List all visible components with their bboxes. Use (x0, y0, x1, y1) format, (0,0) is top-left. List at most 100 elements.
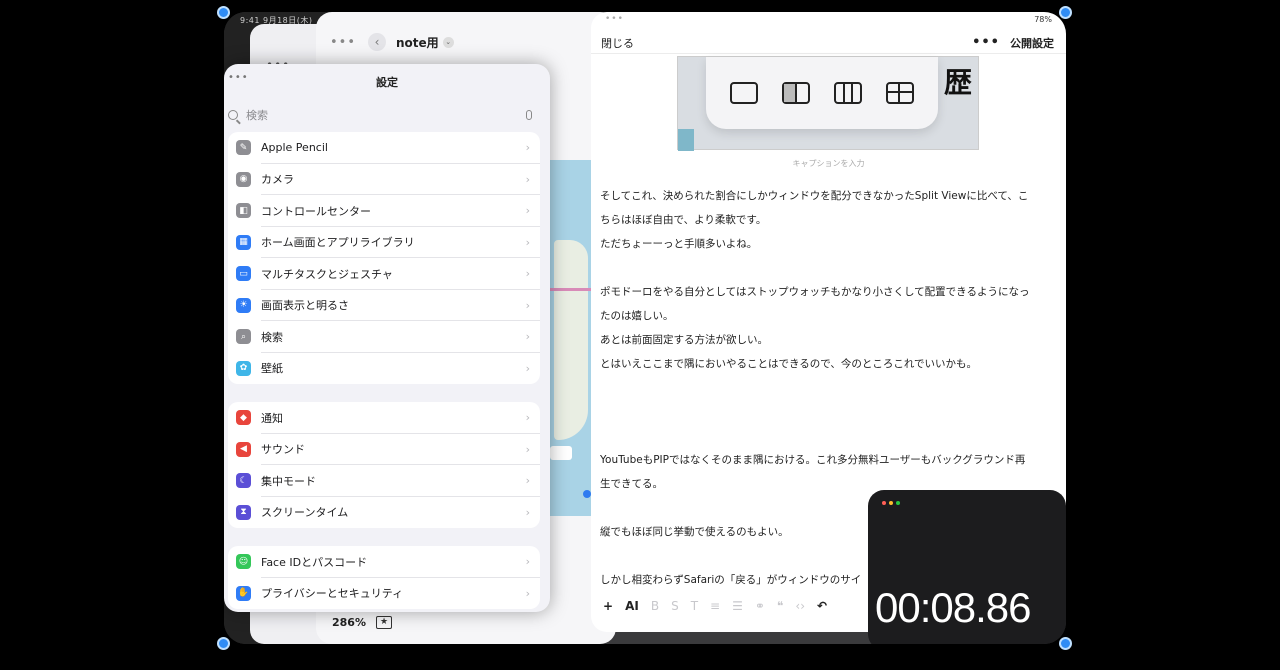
settings-row-label: Apple Pencil (261, 141, 328, 155)
article-paragraph[interactable] (600, 400, 1056, 424)
chevron-right-icon: › (525, 141, 530, 155)
zoom-level: 286% (332, 615, 366, 629)
quote-icon[interactable]: ❝ (777, 599, 783, 613)
strikethrough-button[interactable]: S (671, 599, 679, 613)
article-paragraph[interactable]: そしてこれ、決められた割合にしかウィンドウを配分できなかったSplit View… (600, 184, 1056, 208)
pencil-icon: ✎ (236, 140, 251, 156)
settings-row[interactable]: ☺ Face IDとパスコード › (228, 546, 540, 578)
chevron-right-icon: › (525, 204, 530, 218)
chevron-right-icon: › (525, 555, 530, 569)
search-placeholder: 検索 (246, 109, 268, 122)
layout-thirds-icon (834, 82, 862, 104)
article-paragraph[interactable] (600, 376, 1056, 400)
window-dots-icon[interactable] (882, 501, 900, 505)
settings-row[interactable]: ✎ Apple Pencil › (228, 132, 540, 164)
settings-window[interactable]: ••• 設定 検索 ✎ Apple Pencil › ◉ カメラ › ◧ コントロールセンター… (224, 64, 550, 612)
multitask-icon: ▭ (236, 266, 251, 282)
toggles-icon: ◧ (236, 203, 251, 219)
map-tag (550, 446, 572, 460)
settings-row-label: プライバシーとセキュリティ (261, 587, 404, 601)
article-image[interactable]: 歴 (677, 56, 979, 151)
bold-button[interactable]: B (651, 599, 659, 613)
article-paragraph[interactable]: たのは嬉しい。 (600, 304, 1056, 328)
resize-handle-top-left[interactable] (217, 6, 230, 19)
camera-icon: ◉ (236, 171, 251, 187)
ipad-screen: 9:41 9月18日(木) ••• あ ••• ‹ note用 ⌄ 286% ★… (224, 12, 1066, 644)
settings-group-security: ☺ Face IDとパスコード › ✋ プライバシーとセキュリティ › (228, 546, 540, 609)
settings-row-label: ホーム画面とアプリライブラリ (261, 236, 415, 250)
resize-handle-bottom-left[interactable] (217, 637, 230, 650)
faceid-icon: ☺ (236, 554, 251, 570)
settings-row-label: 検索 (261, 330, 283, 344)
chevron-right-icon: › (525, 267, 530, 281)
settings-row[interactable]: ☾ 集中モード › (228, 465, 540, 497)
back-icon[interactable]: ‹ (368, 33, 387, 51)
close-button[interactable]: 閉じる (601, 35, 634, 51)
settings-row[interactable]: ⧗ スクリーンタイム › (228, 497, 540, 529)
dot-yellow (889, 501, 893, 505)
settings-group-notifications: ◆ 通知 › ◀ サウンド › ☾ 集中モード › ⧗ スクリーンタイム › (228, 402, 540, 528)
chevron-right-icon: › (525, 411, 530, 425)
settings-row[interactable]: ◉ カメラ › (228, 164, 540, 196)
hand-icon: ✋ (236, 585, 251, 601)
location-dot (583, 490, 591, 498)
sun-icon: ☀ (236, 297, 251, 313)
bell-icon: ◆ (236, 410, 251, 426)
resize-handle-top-right[interactable] (1059, 6, 1072, 19)
article-paragraph[interactable]: ただちょーーっと手順多いよね。 (600, 232, 1056, 256)
settings-row-label: スクリーンタイム (261, 506, 349, 520)
battery-indicator: 78% (1034, 15, 1052, 24)
article-paragraph[interactable] (600, 256, 1056, 280)
settings-row-label: コントロールセンター (261, 204, 371, 218)
article-paragraph[interactable]: ちらはほぼ自由で、より柔軟です。 (600, 208, 1056, 232)
settings-row[interactable]: ⌕ 検索 › (228, 321, 540, 353)
article-paragraph[interactable] (600, 424, 1056, 448)
article-paragraph[interactable]: ポモドーロをやる自分としてはストップウォッチもかなり小さくして配置できるようにな… (600, 280, 1056, 304)
settings-row-label: 画面表示と明るさ (261, 299, 349, 313)
settings-row[interactable]: ◧ コントロールセンター › (228, 195, 540, 227)
star-icon[interactable]: ★ (375, 615, 392, 629)
microphone-icon[interactable] (526, 110, 532, 120)
settings-row[interactable]: ◀ サウンド › (228, 434, 540, 466)
more-icon[interactable]: ••• (972, 35, 1000, 50)
search-field[interactable]: 検索 (228, 104, 538, 126)
chevron-right-icon: › (525, 172, 530, 186)
code-icon[interactable]: ‹› (795, 599, 805, 613)
text-style-button[interactable]: T (691, 599, 698, 613)
caption-input[interactable]: キャプションを入力 (591, 158, 1066, 169)
link-icon[interactable]: ⚭ (755, 599, 765, 613)
undo-button[interactable]: ↶ (817, 599, 827, 613)
settings-row[interactable]: ☀ 画面表示と明るさ › (228, 290, 540, 322)
settings-row-label: Face IDとパスコード (261, 555, 368, 569)
publish-settings-button[interactable]: 公開設定 (1010, 35, 1054, 51)
settings-row[interactable]: ✋ プライバシーとセキュリティ › (228, 578, 540, 610)
settings-row-label: 壁紙 (261, 362, 283, 376)
resize-handle-bottom-right[interactable] (1059, 637, 1072, 650)
home-icon: ▦ (236, 234, 251, 250)
note-titlebar: ••• ‹ note用 ⌄ (316, 30, 616, 54)
note-title[interactable]: note用 (396, 34, 439, 51)
settings-row-label: マルチタスクとジェスチャ (261, 267, 393, 281)
more-dots-icon[interactable]: ••• (330, 35, 356, 50)
chevron-down-icon[interactable]: ⌄ (442, 36, 454, 48)
chevron-right-icon: › (525, 235, 530, 249)
article-paragraph[interactable]: YouTubeもPIPではなくそのまま隅における。これ多分無料ユーザーもバックグ… (600, 448, 1056, 472)
speaker-icon: ◀ (236, 441, 251, 457)
article-paragraph[interactable]: とはいえここまで隅においやることはできるので、今のところこれでいいかも。 (600, 352, 1056, 376)
settings-row[interactable]: ✿ 壁紙 › (228, 353, 540, 385)
search-icon (228, 110, 238, 120)
settings-row[interactable]: ◆ 通知 › (228, 402, 540, 434)
align-icon[interactable]: ≡ (710, 599, 720, 613)
list-icon[interactable]: ☰ (732, 599, 743, 613)
chevron-right-icon: › (525, 505, 530, 519)
settings-row[interactable]: ▦ ホーム画面とアプリライブラリ › (228, 227, 540, 259)
ai-button[interactable]: AI (625, 599, 639, 613)
settings-row[interactable]: ▭ マルチタスクとジェスチャ › (228, 258, 540, 290)
window-dots-icon[interactable]: ••• (605, 14, 624, 24)
stopwatch-window[interactable]: 00:08.86 (868, 490, 1066, 644)
add-block-button[interactable]: + (603, 599, 613, 613)
editor-header: 閉じる ••• 公開設定 (591, 32, 1066, 54)
chevron-right-icon: › (525, 330, 530, 344)
settings-group-general: ✎ Apple Pencil › ◉ カメラ › ◧ コントロールセンター › ▦ ホーム画面とアプ… (228, 132, 540, 384)
article-paragraph[interactable]: あとは前面固定する方法が欲しい。 (600, 328, 1056, 352)
